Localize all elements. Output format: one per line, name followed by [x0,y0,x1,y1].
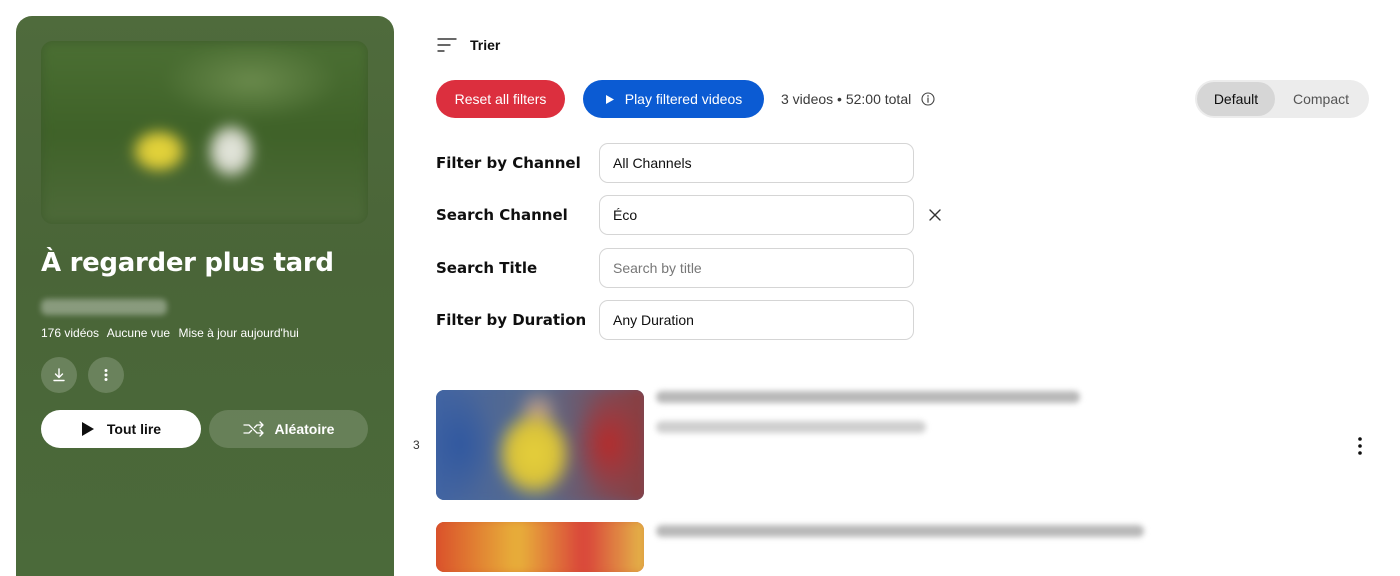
updated-date: Mise à jour aujourd'hui [178,326,299,340]
video-title[interactable] [656,391,1080,403]
view-mode-toggle: Default Compact [1195,80,1369,118]
view-compact-option[interactable]: Compact [1275,82,1367,116]
video-index: 3 [413,438,420,452]
search-channel-input[interactable] [613,207,900,223]
more-vert-icon [1358,437,1362,455]
play-filtered-button[interactable]: Play filtered videos [583,80,764,118]
filter-duration-label: Filter by Duration [436,311,587,329]
play-all-button[interactable]: Tout lire [41,410,201,448]
filter-channel-row: Filter by Channel All Channels [436,143,914,183]
search-title-label: Search Title [436,259,538,277]
sort-icon [437,38,457,52]
filter-summary: 3 videos • 52:00 total [781,90,935,108]
thumbnail-image [41,41,368,224]
search-channel-field[interactable] [599,195,914,235]
reset-filters-button[interactable]: Reset all filters [436,80,565,118]
channel-select[interactable]: All Channels [599,143,914,183]
video-title[interactable] [656,525,1144,537]
search-title-row: Search Title [436,248,914,288]
video-thumbnail[interactable] [436,522,644,572]
video-thumbnail-image [436,390,644,500]
search-title-field[interactable] [599,248,914,288]
playlist-owner[interactable] [41,299,167,315]
download-button[interactable] [41,357,77,393]
play-icon [605,94,614,104]
duration-select-value: Any Duration [613,312,694,328]
sort-label: Trier [470,37,501,53]
duration-select[interactable]: Any Duration [599,300,914,340]
video-count: 176 vidéos [41,326,100,340]
video-channel-meta[interactable] [656,421,926,433]
playlist-thumbnail[interactable] [41,41,368,224]
search-channel-row: Search Channel [436,195,914,235]
play-filtered-label: Play filtered videos [624,91,743,107]
search-channel-label: Search Channel [436,206,568,224]
video-thumbnail-image [436,522,644,572]
sort-button[interactable]: Trier [436,34,500,56]
view-default-option[interactable]: Default [1197,82,1275,116]
info-icon[interactable] [921,92,935,106]
summary-text: 3 videos • 52:00 total [781,91,912,107]
filter-channel-label: Filter by Channel [436,154,581,172]
shuffle-label: Aléatoire [274,421,335,437]
search-title-input[interactable] [613,260,900,276]
more-actions-button[interactable] [88,357,124,393]
video-thumbnail[interactable] [436,390,644,500]
play-all-label: Tout lire [106,421,162,437]
view-count: Aucune vue [106,326,171,340]
channel-select-value: All Channels [613,155,692,171]
filter-duration-row: Filter by Duration Any Duration [436,300,914,340]
playlist-title: À regarder plus tard [41,248,334,278]
video-more-button[interactable] [1350,434,1370,458]
play-icon [81,422,94,436]
download-icon [53,368,65,382]
shuffle-button[interactable]: Aléatoire [209,410,368,448]
shuffle-icon [242,421,264,437]
close-icon[interactable] [928,208,942,222]
more-vert-icon [104,369,108,381]
playlist-panel: À regarder plus tard 176 vidéos Aucune v… [16,16,394,576]
playlist-meta: 176 vidéos Aucune vue Mise à jour aujour… [41,326,304,340]
